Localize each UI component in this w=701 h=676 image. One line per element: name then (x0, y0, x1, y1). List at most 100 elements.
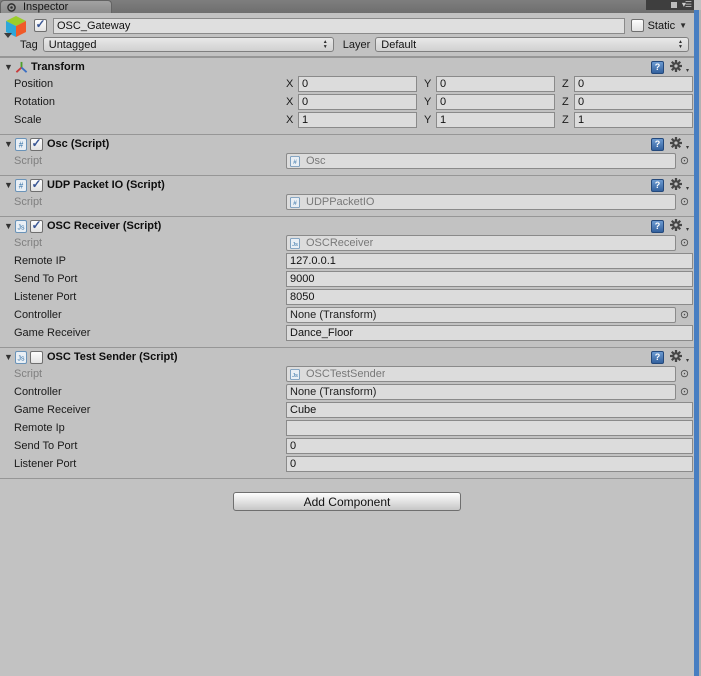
foldout-icon[interactable]: ▼ (2, 352, 15, 362)
gear-menu[interactable]: ▾ (670, 219, 689, 233)
axis-label[interactable]: X (286, 78, 294, 90)
component-enabled-checkbox[interactable]: ✓ (30, 220, 43, 233)
help-icon[interactable]: ? (651, 220, 664, 233)
axis-input-x[interactable] (298, 112, 417, 128)
axis-input-z[interactable] (574, 112, 693, 128)
axis-input-z[interactable] (574, 94, 693, 110)
svg-text:Js: Js (292, 242, 298, 248)
axis-label[interactable]: Y (424, 78, 432, 90)
component-header: ▼JsOSC Test Sender (Script)?▾ (0, 348, 694, 366)
static-checkbox[interactable] (631, 19, 644, 32)
object-field-script[interactable]: JsOSCReceiver (286, 235, 676, 251)
axis-label[interactable]: Y (424, 96, 432, 108)
property-value (286, 253, 693, 269)
tab-label: Inspector (23, 1, 68, 13)
axis-label[interactable]: Z (562, 78, 570, 90)
property-row-controller: ControllerNone (Transform)⊙ (14, 307, 693, 323)
text-input-game-receiver[interactable] (286, 402, 693, 418)
text-input-send-to-port[interactable] (286, 271, 693, 287)
component-enabled-checkbox[interactable]: ✓ (30, 138, 43, 151)
text-input-remote-ip[interactable] (286, 253, 693, 269)
axis-input-y[interactable] (436, 94, 555, 110)
axis-input-x[interactable] (298, 94, 417, 110)
object-picker-icon[interactable]: ⊙ (676, 369, 693, 380)
svg-text:#: # (19, 140, 24, 149)
axis-label[interactable]: Y (424, 114, 432, 126)
gear-menu[interactable]: ▾ (670, 137, 689, 151)
add-component-button[interactable]: Add Component (233, 492, 461, 511)
axis-label[interactable]: Z (562, 96, 570, 108)
gameobject-name-input[interactable] (53, 18, 625, 34)
property-value (286, 325, 693, 341)
property-label: Script (14, 155, 286, 167)
static-label: Static (648, 20, 676, 32)
foldout-icon[interactable]: ▼ (2, 62, 15, 72)
text-input-game-receiver[interactable] (286, 325, 693, 341)
tab-inspector[interactable]: Inspector (0, 0, 112, 13)
gear-menu[interactable]: ▾ (670, 178, 689, 192)
check-icon: ✓ (35, 18, 45, 30)
property-row-script: ScriptJsOSCTestSender⊙ (14, 366, 693, 382)
property-label: Listener Port (14, 458, 286, 470)
help-icon[interactable]: ? (651, 61, 664, 74)
gear-caret-icon: ▾ (686, 357, 689, 364)
axis-group-y: Y (424, 76, 555, 92)
axis-input-x[interactable] (298, 76, 417, 92)
help-icon[interactable]: ? (651, 179, 664, 192)
gameobject-icon-dropdown-arrow (4, 33, 12, 38)
property-label: Scale (14, 114, 286, 126)
object-picker-icon[interactable]: ⊙ (676, 310, 693, 321)
object-field-controller[interactable]: None (Transform) (286, 384, 676, 400)
text-input-listener-port[interactable] (286, 289, 693, 305)
object-field-script[interactable]: #Osc (286, 153, 676, 169)
object-field-controller[interactable]: None (Transform) (286, 307, 676, 323)
component-title: OSC Receiver (Script) (47, 220, 161, 232)
object-picker-icon[interactable]: ⊙ (676, 387, 693, 398)
axis-label[interactable]: X (286, 114, 294, 126)
axis-group-y: Y (424, 94, 555, 110)
axis-input-z[interactable] (574, 76, 693, 92)
gameobject-active-checkbox[interactable]: ✓ (34, 19, 47, 32)
js-script-icon: Js (290, 369, 300, 380)
object-picker-icon[interactable]: ⊙ (676, 156, 693, 167)
property-value (286, 402, 693, 418)
component-enabled-checkbox[interactable]: ✓ (30, 179, 43, 192)
object-picker-icon[interactable]: ⊙ (676, 238, 693, 249)
axis-label[interactable]: Z (562, 114, 570, 126)
object-field-script[interactable]: #UDPPacketIO (286, 194, 676, 210)
svg-text:#: # (293, 200, 297, 207)
tag-dropdown[interactable]: Untagged ▲▼ (43, 37, 334, 52)
component-enabled-checkbox[interactable] (30, 351, 43, 364)
property-value: X Y Z (286, 112, 693, 128)
foldout-icon[interactable]: ▼ (2, 139, 15, 149)
lock-icon[interactable] (671, 2, 677, 8)
gear-icon (670, 350, 682, 362)
axis-label[interactable]: X (286, 96, 294, 108)
axis-input-y[interactable] (436, 76, 555, 92)
gear-menu[interactable]: ▾ (670, 60, 689, 74)
help-icon[interactable]: ? (651, 138, 664, 151)
svg-text:Js: Js (292, 373, 298, 379)
property-value (286, 438, 693, 454)
component-header: ▼#✓UDP Packet IO (Script)?▾ (0, 176, 694, 194)
components-list: ▼Transform?▾PositionXYZRotationXYZScaleX… (0, 57, 694, 478)
gameobject-cube-icon[interactable] (4, 15, 34, 37)
csharp-script-icon: # (15, 138, 27, 151)
gear-menu[interactable]: ▾ (670, 350, 689, 364)
help-icon[interactable]: ? (651, 351, 664, 364)
gear-caret-icon: ▾ (686, 185, 689, 192)
text-input-send-to-port[interactable] (286, 438, 693, 454)
property-value (286, 456, 693, 472)
object-field-script[interactable]: JsOSCTestSender (286, 366, 676, 382)
foldout-icon[interactable]: ▼ (2, 221, 15, 231)
text-input-remote-ip[interactable] (286, 420, 693, 436)
layer-dropdown[interactable]: Default ▲▼ (375, 37, 689, 52)
gear-caret-icon: ▾ (686, 226, 689, 233)
object-picker-icon[interactable]: ⊙ (676, 197, 693, 208)
tab-menu-icon[interactable]: ▾☰ (682, 1, 691, 9)
text-input-listener-port[interactable] (286, 456, 693, 472)
js-script-icon: Js (15, 220, 27, 233)
axis-input-y[interactable] (436, 112, 555, 128)
foldout-icon[interactable]: ▼ (2, 180, 15, 190)
static-dropdown-icon[interactable]: ▼ (679, 22, 687, 30)
